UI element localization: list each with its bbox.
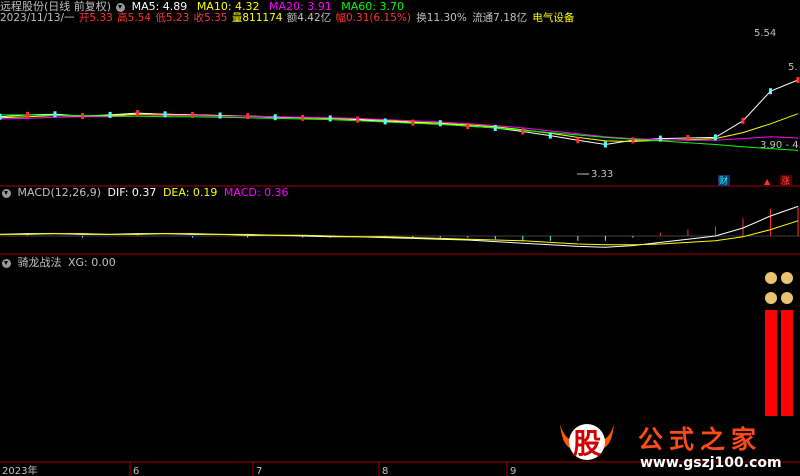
candle [81, 113, 85, 120]
candle [53, 111, 57, 118]
low-price-label: 3.33 [591, 169, 613, 180]
price-layer [0, 77, 800, 151]
money-bag-icon [781, 292, 793, 304]
ma-line-ma10 [0, 113, 799, 143]
candle [301, 114, 305, 121]
range-price-label: 3.90 - 4.0 [760, 140, 800, 151]
candle [769, 88, 772, 95]
limit-up-badge[interactable]: 涨 [781, 176, 790, 187]
money-bag-icon [781, 272, 793, 284]
xaxis-label: 6 [133, 466, 139, 476]
dif-line [0, 205, 799, 248]
candle [631, 137, 635, 144]
candle [466, 123, 470, 130]
candle [163, 111, 167, 118]
candle [328, 115, 332, 122]
candle [383, 118, 387, 125]
money-bag-icon [765, 292, 777, 304]
candle [548, 132, 552, 139]
ma-line-ma5 [0, 79, 799, 146]
xg-layer [765, 272, 793, 416]
xaxis-label: 9 [510, 466, 516, 476]
candle [796, 77, 800, 83]
candle [658, 135, 662, 142]
candle [246, 113, 250, 120]
ma-line-ma20 [0, 115, 799, 141]
candle [603, 141, 607, 148]
up-badge[interactable]: ▲ [764, 177, 771, 186]
candle [741, 117, 745, 124]
candle [218, 112, 222, 119]
xaxis-label: 7 [256, 466, 262, 476]
watermark-url: www.gszj100.com [640, 455, 782, 471]
candle [521, 128, 525, 135]
money-bag-icon [765, 272, 777, 284]
chart-canvas[interactable]: 5.54 5. 3.90 - 4.0 3.33 财 ▲ 涨 2023年 6 7 … [0, 0, 800, 476]
high-price-label: 5.54 [754, 28, 776, 39]
xg-signal-bar [765, 310, 777, 416]
candle [356, 116, 360, 123]
xaxis-label: 2023年 [2, 464, 37, 476]
candle [26, 111, 29, 118]
candle [136, 110, 140, 117]
candle [576, 137, 580, 144]
candle [411, 119, 415, 126]
candle [191, 111, 195, 118]
candle [0, 113, 2, 120]
side-price-label: 5. [788, 62, 798, 73]
candle [493, 124, 497, 131]
candle [273, 114, 277, 121]
candle [108, 111, 112, 118]
watermark-logo-text: 股 [573, 427, 602, 460]
candle [438, 120, 442, 127]
watermark-logo: 股 [556, 418, 618, 466]
candle [686, 135, 690, 141]
finance-badge[interactable]: 财 [719, 175, 728, 187]
candle [713, 134, 717, 141]
watermark-brand: 公式之家 [638, 425, 763, 454]
xaxis-label: 8 [382, 466, 388, 476]
dea-line [0, 220, 799, 246]
macd-layer [0, 205, 800, 248]
xg-signal-bar [781, 310, 793, 416]
